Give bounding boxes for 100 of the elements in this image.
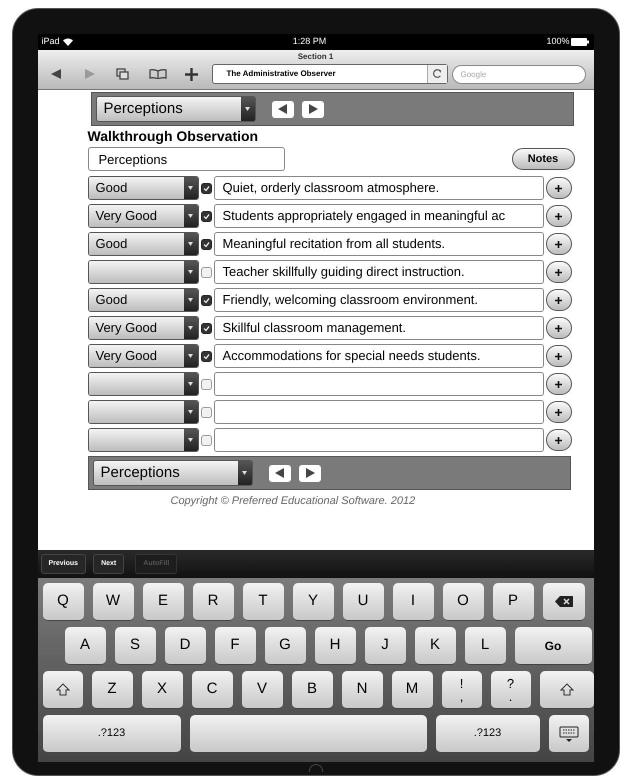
add-button[interactable] [546,401,572,423]
checkbox[interactable] [200,266,212,278]
keyboard-key[interactable]: S [114,627,156,665]
keyboard-key[interactable]: Y [292,583,334,621]
add-button[interactable] [546,373,572,395]
dropdown[interactable] [88,400,198,424]
add-button[interactable] [546,261,572,283]
plus-icon [555,184,562,192]
keyboard-key[interactable]: U [342,583,384,621]
dismiss-keyboard-key[interactable] [548,715,588,753]
search-field[interactable]: Google [452,64,586,84]
text-field[interactable]: Meaningful recitation from all students. [214,232,544,256]
keyboard-key[interactable]: O [442,583,484,621]
caret-icon [188,382,193,386]
pages-icon[interactable] [116,68,128,80]
keyboard-key[interactable]: J [364,627,406,665]
add-button[interactable] [546,289,572,311]
checkbox[interactable] [200,238,212,250]
text-field[interactable]: Students appropriately engaged in meaningful ac [214,204,544,228]
keyboard-key[interactable]: K [414,627,456,665]
reload-icon[interactable] [426,65,446,83]
keyboard-key[interactable]: T [242,583,284,621]
add-button[interactable] [546,345,572,367]
add-button[interactable] [546,177,572,199]
back-icon[interactable] [50,68,62,80]
backspace-key[interactable] [542,583,584,621]
space-key[interactable] [190,715,426,753]
keyboard-key[interactable]: G [264,627,306,665]
key-label: . [508,690,512,702]
plus-icon[interactable] [184,68,198,80]
text-field[interactable]: Teacher skillfully guiding direct instruction. [214,260,544,284]
dropdown[interactable]: Very Good [88,344,198,368]
dropdown[interactable]: Very Good [88,204,198,228]
dropdown[interactable] [88,260,198,284]
add-button[interactable] [546,429,572,451]
text-field[interactable] [214,428,544,452]
dropdown[interactable]: Good [88,176,198,200]
left-arrow-icon [274,468,284,478]
keyboard-key[interactable]: ! , [442,671,482,709]
dropdown[interactable] [88,372,198,396]
keyboard-key[interactable]: P [492,583,534,621]
dropdown[interactable]: Perceptions [92,460,252,486]
bookmarks-icon[interactable] [148,69,166,79]
go-key[interactable]: Go [514,627,592,665]
dropdown[interactable]: Perceptions [96,96,256,122]
caret-icon [188,410,193,414]
key-label: , [460,690,464,702]
previous-button[interactable] [272,100,294,118]
add-button[interactable] [546,205,572,227]
checkbox[interactable] [200,210,212,222]
dropdown[interactable] [88,428,198,452]
keyboard-key[interactable]: B [292,671,332,709]
shift-key[interactable] [42,671,82,709]
text-field[interactable] [214,400,544,424]
category-field[interactable]: Perceptions [88,147,284,171]
numbers-key[interactable]: .?123 [42,715,180,753]
keyboard-key[interactable]: M [392,671,432,709]
keyboard-key[interactable]: V [242,671,282,709]
checkbox[interactable] [200,350,212,362]
add-button[interactable] [546,233,572,255]
dropdown[interactable]: Good [88,288,198,312]
previous-button[interactable] [268,464,290,482]
text-field[interactable]: Quiet, orderly classroom atmosphere. [214,176,544,200]
add-button[interactable] [546,317,572,339]
text-field[interactable]: Friendly, welcoming classroom environment. [214,288,544,312]
checkbox[interactable] [200,294,212,306]
keyboard-key[interactable]: I [392,583,434,621]
keyboard-key[interactable]: H [314,627,356,665]
next-button[interactable] [298,464,320,482]
keyboard-key[interactable]: E [142,583,184,621]
plus-icon [555,408,562,416]
dropdown[interactable]: Very Good [88,316,198,340]
plus-icon [555,240,562,248]
keyboard-key[interactable]: D [164,627,206,665]
keyboard-key[interactable]: R [192,583,234,621]
checkbox[interactable] [200,434,212,446]
checkbox[interactable] [200,322,212,334]
shift-key[interactable] [540,671,594,709]
keyboard-key[interactable]: A [64,627,106,665]
text-field[interactable]: Accommodations for special needs students. [214,344,544,368]
dropdown[interactable]: Good [88,232,198,256]
keyboard-key[interactable]: N [342,671,382,709]
keyboard-key[interactable]: Q [42,583,84,621]
keyboard-key[interactable]: W [92,583,134,621]
next-button[interactable] [302,100,324,118]
text-field[interactable]: Skillful classroom management. [214,316,544,340]
checkbox[interactable] [200,378,212,390]
plus-icon [555,324,562,332]
keyboard-key[interactable]: Z [92,671,132,709]
numbers-key[interactable]: .?123 [436,715,540,753]
keyboard-key[interactable]: X [142,671,182,709]
keyboard-key[interactable]: F [214,627,256,665]
notes-button[interactable]: Notes [512,148,574,170]
keyboard-key[interactable]: ? . [490,671,530,709]
keyboard-key[interactable]: L [464,627,506,665]
keyboard-key[interactable]: C [192,671,232,709]
text-field[interactable] [214,372,544,396]
address-field[interactable]: The Administrative Observer [212,64,448,84]
checkbox[interactable] [200,406,212,418]
checkbox[interactable] [200,182,212,194]
